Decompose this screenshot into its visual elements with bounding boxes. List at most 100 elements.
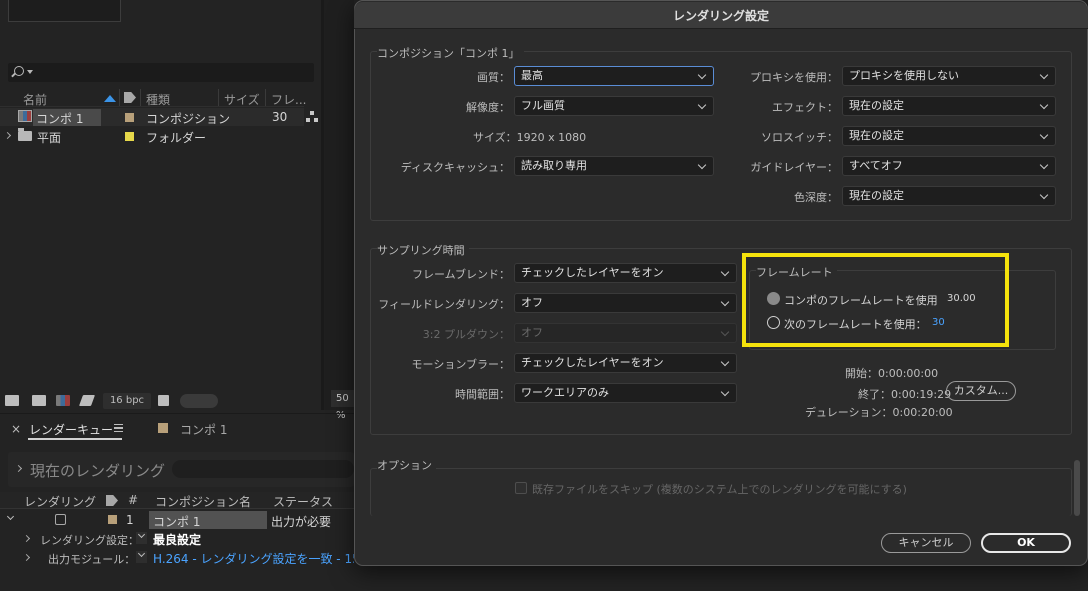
sort-ascending-icon[interactable] (104, 95, 116, 102)
dialog-title: レンダリング設定 (672, 9, 769, 23)
time-sampling-title: サンプリング時間 (377, 242, 469, 258)
column-separator[interactable] (119, 89, 120, 106)
column-render[interactable]: レンダリング (24, 493, 96, 510)
chevron-down-icon (720, 357, 730, 367)
dialog-scrollbar[interactable] (1074, 460, 1080, 516)
new-composition-icon[interactable] (56, 395, 70, 406)
motion-blur-select[interactable]: チェックしたレイヤーをオン (514, 353, 737, 373)
chevron-down-icon (720, 327, 730, 337)
new-folder-icon[interactable] (32, 395, 46, 406)
disk-cache-value: 読み取り専用 (521, 159, 587, 172)
expand-chevron-icon[interactable] (22, 553, 31, 562)
flowchart-icon[interactable] (306, 111, 318, 122)
effects-label: エフェクト： (772, 101, 838, 114)
field-render-select[interactable]: オフ (514, 293, 737, 313)
guide-layers-select[interactable]: すべてオフ (842, 156, 1056, 176)
column-separator[interactable] (218, 89, 219, 106)
chevron-down-icon (697, 70, 707, 80)
output-module-label: 出力モジュール： (48, 553, 136, 566)
chevron-down-icon (1039, 70, 1049, 80)
time-span-select[interactable]: ワークエリアのみ (514, 383, 737, 403)
resolution-value: フル画質 (521, 99, 565, 112)
bit-depth-button[interactable]: 16 bpc (103, 393, 151, 409)
chevron-down-icon (1039, 100, 1049, 110)
tab-comp[interactable]: コンポ 1 (180, 421, 227, 438)
frame-blend-select[interactable]: チェックしたレイヤーをオン (514, 263, 737, 283)
render-progress-track (172, 460, 354, 478)
search-icon[interactable] (14, 66, 24, 76)
quality-label: 画質： (477, 71, 510, 84)
render-comp-name[interactable]: コンポ 1 (153, 513, 200, 530)
close-tab-icon[interactable]: × (11, 422, 21, 436)
label-swatch[interactable] (125, 132, 134, 141)
pulldown-value: オフ (521, 326, 543, 339)
composition-group-title: コンポジション「コンポ 1」 (377, 45, 524, 61)
guide-layers-value: すべてオフ (849, 159, 903, 172)
column-comp-name[interactable]: コンポジション名 (155, 493, 251, 510)
skip-existing-label: 既存ファイルをスキップ (複数のシステム上でのレンダリングを可能にする) (532, 483, 907, 496)
options-title: オプション (377, 457, 436, 473)
end-time: 終了：0:00:19:29 (858, 388, 952, 401)
chevron-down-icon (1039, 130, 1049, 140)
render-checkbox[interactable] (55, 514, 66, 525)
start-time: 開始：0:00:00:00 (845, 367, 939, 380)
chevron-down-icon (1039, 190, 1049, 200)
thumbnail-size-slider[interactable] (180, 394, 218, 408)
composition-icon (18, 110, 32, 122)
motion-blur-value: チェックしたレイヤーをオン (521, 356, 664, 369)
skip-existing-checkbox (515, 482, 527, 494)
time-span-label: 時間範囲： (455, 388, 510, 401)
ok-button[interactable]: OK (981, 533, 1071, 553)
quality-select[interactable]: 最高 (514, 66, 714, 86)
column-size[interactable]: サイズ (224, 91, 260, 108)
chevron-down-icon[interactable] (27, 70, 33, 74)
current-render-label: 現在のレンダリング (30, 462, 166, 480)
tab-render-queue[interactable]: レンダーキュー (29, 421, 113, 438)
size-text: サイズ：1920 x 1080 (473, 131, 587, 144)
column-separator[interactable] (140, 89, 141, 106)
disk-cache-label: ディスクキャッシュ： (400, 161, 510, 174)
custom-time-button[interactable]: カスタム... (946, 381, 1016, 401)
label-swatch (158, 423, 168, 433)
resolution-select[interactable]: フル画質 (514, 96, 714, 116)
chevron-down-icon (720, 297, 730, 307)
solo-switches-select[interactable]: 現在の設定 (842, 126, 1056, 146)
project-item-name[interactable]: コンポ 1 (36, 110, 83, 127)
output-module-link[interactable]: H.264 - レンダリング設定を一致 - 15 Mbps (153, 552, 354, 566)
color-depth-select[interactable]: 現在の設定 (842, 186, 1056, 206)
render-settings-label: レンダリング設定： (40, 534, 139, 547)
column-status[interactable]: ステータス (273, 493, 333, 510)
time-span-value: ワークエリアのみ (521, 386, 609, 399)
effects-select[interactable]: 現在の設定 (842, 96, 1056, 116)
chevron-down-icon (720, 387, 730, 397)
viewer-zoom[interactable]: 50 % (331, 390, 355, 421)
chevron-down-icon (1039, 160, 1049, 170)
render-item-index: 1 (126, 513, 134, 527)
render-settings-link[interactable]: 最良設定 (153, 531, 201, 548)
project-item-name[interactable]: 平面 (37, 129, 61, 146)
field-render-label: フィールドレンダリング： (378, 298, 510, 311)
column-name[interactable]: 名前 (23, 91, 47, 108)
trash-icon[interactable] (158, 395, 169, 406)
interpret-footage-icon[interactable] (5, 395, 19, 406)
solo-switches-label: ソロスイッチ： (761, 131, 838, 144)
project-search-input[interactable] (8, 63, 314, 82)
label-swatch[interactable] (108, 515, 117, 524)
motion-blur-label: モーションブラー： (411, 358, 510, 371)
cancel-button[interactable]: キャンセル (881, 533, 971, 553)
panel-menu-icon[interactable] (114, 424, 123, 432)
frame-rate-highlight-annotation (742, 253, 1009, 347)
pulldown-label: 3:2 プルダウン： (422, 328, 510, 341)
expand-chevron-icon[interactable] (22, 534, 31, 543)
column-number[interactable]: # (128, 493, 138, 507)
disk-cache-select[interactable]: 読み取り専用 (514, 156, 714, 176)
active-tab-indicator (28, 438, 122, 440)
column-separator[interactable] (265, 89, 266, 106)
composition-viewer (324, 0, 354, 410)
column-type[interactable]: 種類 (146, 91, 170, 108)
project-thumbnail (8, 0, 121, 22)
color-depth-label: 色深度： (794, 191, 838, 204)
column-frame-rate[interactable]: フレ... (271, 91, 306, 108)
proxy-select[interactable]: プロキシを使用しない (842, 66, 1056, 86)
label-swatch[interactable] (125, 113, 134, 122)
